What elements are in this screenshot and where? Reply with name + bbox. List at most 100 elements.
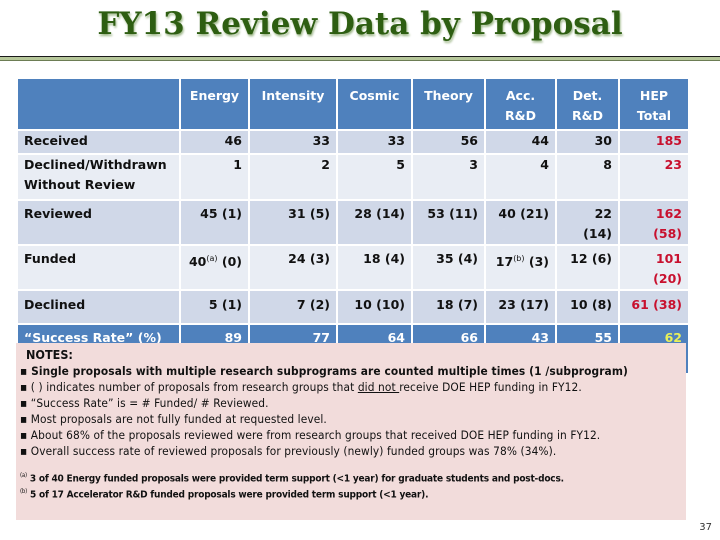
- cell-intensity: 2: [250, 155, 336, 199]
- cell-det-rd: 10 (8): [557, 291, 618, 323]
- note-item: ▪ Most proposals are not fully funded at…: [20, 411, 686, 427]
- note-text: ( ) indicates number of proposals from r…: [30, 380, 358, 394]
- cell-intensity: 33: [250, 131, 336, 153]
- cell-value: 17: [495, 254, 514, 270]
- cell-cosmic: 10 (10): [338, 291, 411, 323]
- header-acc-line1: Acc.: [505, 88, 536, 103]
- note-item: ▪ Single proposals with multiple researc…: [20, 363, 686, 379]
- table-row-declined-withdrawn: Declined/Withdrawn Without Review 1 2 5 3…: [18, 155, 688, 199]
- note-text: Overall success rate of reviewed proposa…: [30, 444, 557, 458]
- page-number: 37: [699, 522, 712, 533]
- cell-energy: 1: [181, 155, 248, 199]
- cell-energy: 5 (1): [181, 291, 248, 323]
- footnote-mark: (a): [20, 472, 27, 479]
- cell-hep-total: 61 (38): [620, 291, 688, 323]
- footnote-a: (a) 3 of 40 Energy funded proposals were…: [20, 469, 686, 485]
- note-text-tail: receive DOE HEP funding in FY12.: [399, 380, 582, 394]
- header-hep-line2: Total: [636, 108, 672, 123]
- cell-cosmic: 5: [338, 155, 411, 199]
- header-det-rd: Det. R&D: [557, 79, 618, 129]
- row-label: Funded: [18, 246, 179, 289]
- cell-value-new: (3): [524, 254, 549, 270]
- table-row-declined: Declined 5 (1) 7 (2) 10 (10) 18 (7) 23 (…: [18, 291, 688, 323]
- cell-theory: 3: [413, 155, 484, 199]
- bullet-icon: ▪: [20, 380, 28, 394]
- cell-acc-rd: 4: [486, 155, 555, 199]
- cell-intensity: 31 (5): [250, 201, 336, 244]
- header-det-line2: R&D: [572, 108, 603, 123]
- cell-acc-rd: 17(b) (3): [486, 246, 555, 289]
- cell-cosmic: 18 (4): [338, 246, 411, 289]
- note-text: Single proposals with multiple research …: [31, 364, 628, 378]
- cell-det-rd: 12 (6): [557, 246, 618, 289]
- row-label: Declined: [18, 291, 179, 323]
- slide-title: FY13 Review Data by Proposal: [97, 6, 623, 42]
- cell-intensity: 7 (2): [250, 291, 336, 323]
- footnote-mark-b: (b): [513, 254, 525, 263]
- cell-theory: 18 (7): [413, 291, 484, 323]
- cell-theory: 35 (4): [413, 246, 484, 289]
- table-row-reviewed: Reviewed 45 (1) 31 (5) 28 (14) 53 (11) 4…: [18, 201, 688, 244]
- cell-intensity: 24 (3): [250, 246, 336, 289]
- bullet-icon: ▪: [20, 396, 28, 410]
- cell-energy: 45 (1): [181, 201, 248, 244]
- header-blank: [18, 79, 179, 129]
- row-label: Received: [18, 131, 179, 153]
- note-text: About 68% of the proposals reviewed were…: [30, 428, 601, 442]
- header-acc-rd: Acc. R&D: [486, 79, 555, 129]
- row-label: Reviewed: [18, 201, 179, 244]
- note-text: “Success Rate” is = # Funded/ # Reviewed…: [30, 396, 269, 410]
- cell-theory: 53 (11): [413, 201, 484, 244]
- cell-det-rd: 30: [557, 131, 618, 153]
- note-text: Most proposals are not fully funded at r…: [30, 412, 327, 426]
- title-divider: [0, 56, 720, 61]
- header-energy: Energy: [181, 79, 248, 129]
- cell-det-rd: 8: [557, 155, 618, 199]
- cell-hep-total: 101 (20): [620, 246, 688, 289]
- cell-theory: 56: [413, 131, 484, 153]
- cell-acc-rd: 44: [486, 131, 555, 153]
- header-cosmic: Cosmic: [338, 79, 411, 129]
- bullet-icon: ▪: [20, 364, 28, 378]
- footnote-mark: (b): [20, 488, 28, 496]
- cell-energy: 40(a) (0): [181, 246, 248, 289]
- cell-det-rd: 22 (14): [557, 201, 618, 244]
- table-row-funded: Funded 40(a) (0) 24 (3) 18 (4) 35 (4) 17…: [18, 246, 688, 289]
- cell-acc-rd: 23 (17): [486, 291, 555, 323]
- cell-value-new: (0): [217, 254, 242, 270]
- header-theory: Theory: [413, 79, 484, 129]
- header-hep-total: HEP Total: [620, 79, 688, 129]
- review-data-table: Energy Intensity Cosmic Theory Acc. R&D D…: [16, 77, 690, 375]
- notes-heading: NOTES:: [26, 347, 73, 362]
- cell-hep-total: 23: [620, 155, 688, 199]
- header-intensity: Intensity: [250, 79, 336, 129]
- bullet-icon: ▪: [20, 412, 28, 426]
- row-label-line2: Without Review: [24, 177, 136, 192]
- note-item: ▪ Overall success rate of reviewed propo…: [20, 443, 686, 459]
- cell-hep-total: 185: [620, 131, 688, 153]
- cell-value: 40: [188, 254, 207, 270]
- cell-acc-rd: 40 (21): [486, 201, 555, 244]
- table-header-row: Energy Intensity Cosmic Theory Acc. R&D D…: [18, 79, 688, 129]
- note-underlined-text: did not: [357, 380, 400, 394]
- footnotes: (a) 3 of 40 Energy funded proposals were…: [20, 469, 686, 502]
- note-item: ▪ About 68% of the proposals reviewed we…: [20, 427, 686, 443]
- row-label-line1: Declined/Withdrawn: [24, 157, 167, 172]
- header-acc-line2: R&D: [505, 108, 536, 123]
- cell-energy: 46: [181, 131, 248, 153]
- footnote-mark-a: (a): [206, 254, 218, 263]
- row-label: Declined/Withdrawn Without Review: [18, 155, 179, 199]
- header-det-line1: Det.: [572, 88, 603, 103]
- footnote-text: 3 of 40 Energy funded proposals were pro…: [26, 473, 564, 485]
- footnote-b: (b) 5 of 17 Accelerator R&D funded propo…: [20, 485, 686, 501]
- cell-cosmic: 28 (14): [338, 201, 411, 244]
- cell-cosmic: 33: [338, 131, 411, 153]
- note-item: ▪ ( ) indicates number of proposals from…: [20, 379, 686, 395]
- note-item: ▪ “Success Rate” is = # Funded/ # Review…: [20, 395, 686, 411]
- header-hep-line1: HEP: [639, 88, 669, 103]
- notes-box: NOTES: ▪ Single proposals with multiple …: [16, 343, 686, 520]
- cell-hep-total: 162 (58): [620, 201, 688, 244]
- table-row-received: Received 46 33 33 56 44 30 185: [18, 131, 688, 153]
- bullet-icon: ▪: [20, 428, 28, 442]
- bullet-icon: ▪: [20, 444, 28, 458]
